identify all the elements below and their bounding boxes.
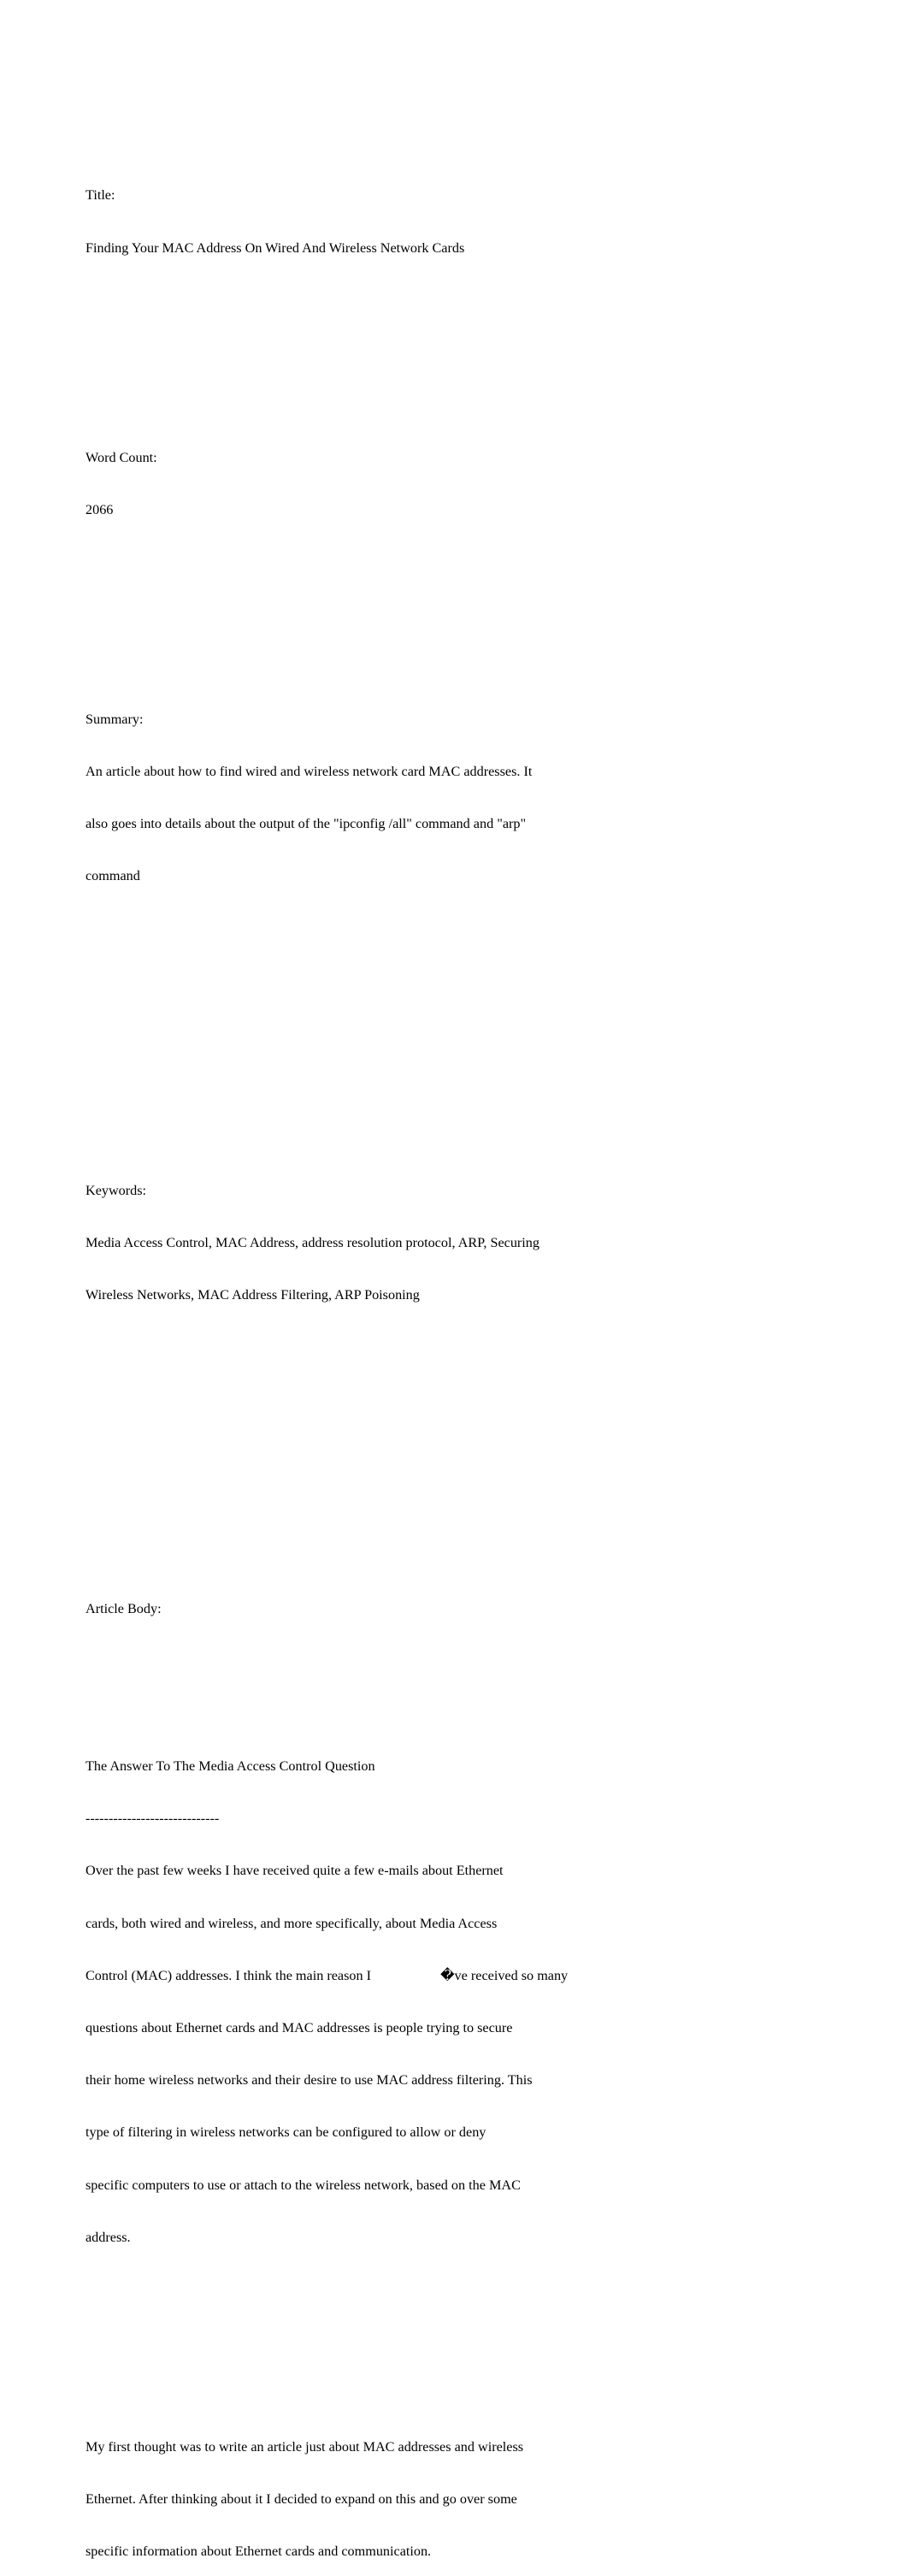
body-line: specific computers to use or attach to t… bbox=[85, 2177, 521, 2193]
document-text-body: Title: Finding Your MAC Address On Wired… bbox=[85, 82, 855, 2576]
summary-line: An article about how to find wired and w… bbox=[85, 763, 533, 779]
keywords-label: Keywords: bbox=[85, 1182, 147, 1198]
keywords-line: Wireless Networks, MAC Address Filtering… bbox=[85, 1286, 420, 1303]
summary-line: command bbox=[85, 868, 140, 884]
article-section: My first thought was to write an article… bbox=[85, 2403, 855, 2576]
word-count-label: Word Count: bbox=[85, 449, 157, 465]
body-line: My first thought was to write an article… bbox=[85, 2438, 524, 2455]
word-count-block: Word Count: 2066 bbox=[85, 414, 855, 553]
summary-block: Summary: An article about how to find wi… bbox=[85, 676, 855, 920]
summary-label: Summary: bbox=[85, 711, 144, 727]
body-line: address. bbox=[85, 2229, 131, 2245]
section-rule: ----------------------------- bbox=[85, 1811, 220, 1827]
keywords-line: Media Access Control, MAC Address, addre… bbox=[85, 1234, 539, 1250]
body-line: cards, both wired and wireless, and more… bbox=[85, 1915, 498, 1931]
article-section: The Answer To The Media Access Control Q… bbox=[85, 1722, 855, 2281]
title-block: Title: Finding Your MAC Address On Wired… bbox=[85, 152, 855, 292]
section-heading: The Answer To The Media Access Control Q… bbox=[85, 1758, 375, 1774]
keywords-block: Keywords: Media Access Control, MAC Addr… bbox=[85, 1147, 855, 1338]
body-line: Control (MAC) addresses. I think the mai… bbox=[85, 1967, 569, 1983]
word-count-value: 2066 bbox=[85, 501, 114, 517]
body-line: Over the past few weeks I have received … bbox=[85, 1863, 504, 1879]
body-line: specific information about Ethernet card… bbox=[85, 2544, 432, 2560]
article-body-block: Article Body: bbox=[85, 1565, 855, 1652]
body-line: type of filtering in wireless networks c… bbox=[85, 2124, 486, 2141]
article-body-label: Article Body: bbox=[85, 1601, 162, 1617]
document-page: Title: Finding Your MAC Address On Wired… bbox=[0, 0, 908, 2559]
summary-line: also goes into details about the output … bbox=[85, 816, 527, 832]
title-label: Title: bbox=[85, 187, 115, 204]
body-line: questions about Ethernet cards and MAC a… bbox=[85, 2019, 513, 2035]
body-line: Ethernet. After thinking about it I deci… bbox=[85, 2490, 517, 2507]
document-title: Finding Your MAC Address On Wired And Wi… bbox=[85, 239, 465, 256]
body-line: their home wireless networks and their d… bbox=[85, 2072, 533, 2089]
